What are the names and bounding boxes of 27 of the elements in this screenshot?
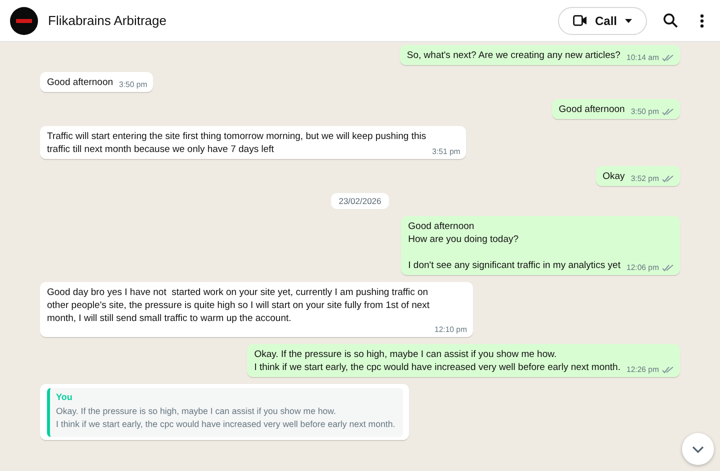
message-text: So, what's next? Are we creating any new articles? xyxy=(406,49,620,62)
message-text: Good day bro yes I have not started work on your site yet, currently I am pushing traffic on other people's site, the pressure is quite high so I will start on your site fully from 1st of next month, I will still send small traffic to warm up the account. xyxy=(47,286,430,325)
call-button[interactable]: Call xyxy=(558,6,647,34)
double-check-icon xyxy=(662,264,674,272)
message-text: Okay xyxy=(602,170,625,183)
message-text: Traffic will start entering the site first thing tomorrow morning, but we will keep pushing this traffic till next month because we only have 7 days left xyxy=(47,130,426,156)
quote-text: Okay. If the pressure is so high, maybe I can assist if you show me how. I think if we start early, the cpc would have increased very well before early next month. xyxy=(56,405,396,431)
received-message-bubble[interactable]: You Okay. If the pressure is so high, maybe I can assist if you show me how. I think if we start early, the cpc would have increased very well before early next month. xyxy=(40,384,410,440)
message-text: Good afternoon How are you doing today? I don't see any significant traffic in my analytics yet xyxy=(408,220,620,272)
double-check-icon xyxy=(662,54,674,62)
double-check-icon xyxy=(662,366,674,374)
logo-icon[interactable] xyxy=(10,6,38,34)
quoted-reply[interactable]: You Okay. If the pressure is so high, maybe I can assist if you show me how. I think if we start early, the cpc would have increased very well before early next month. xyxy=(47,388,404,437)
message-text: Okay. If the pressure is so high, maybe I can assist if you show me how. I think if we start early, the cpc would have increased very well before early next month. xyxy=(254,348,620,374)
menu-button[interactable] xyxy=(700,14,704,28)
caret-icon xyxy=(625,18,632,22)
chevron-down-icon xyxy=(692,446,704,452)
video-camera-icon xyxy=(572,15,587,26)
quote-author: You xyxy=(56,392,74,402)
date-divider: 23/02/2026 xyxy=(330,193,390,209)
chat-title[interactable]: Flikabrains Arbitrage xyxy=(48,13,548,28)
double-check-icon xyxy=(662,108,674,116)
message-text: Good afternoon xyxy=(558,103,625,116)
double-check-icon xyxy=(662,174,674,182)
message-text: Good afternoon xyxy=(47,76,114,89)
received-message-bubble[interactable] xyxy=(40,282,473,337)
search-button[interactable] xyxy=(663,13,678,28)
